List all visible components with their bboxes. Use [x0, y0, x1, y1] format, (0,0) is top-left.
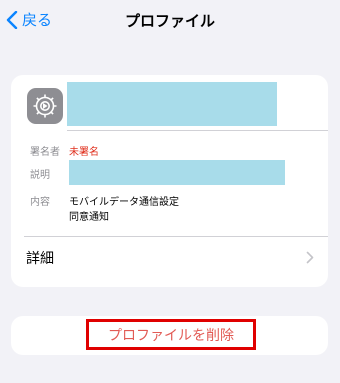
signer-label: 署名者 — [30, 147, 60, 158]
description-label: 説明 — [30, 170, 50, 181]
contents-label: 内容 — [30, 197, 50, 208]
remove-profile-card: プロファイルを削除 — [11, 316, 328, 355]
profile-card: 署名者 未署名 説明 内容 モバイルデータ通信設定 同意通知 詳細 — [11, 75, 328, 287]
chevron-right-icon — [306, 251, 314, 264]
signer-value: 未署名 — [69, 147, 99, 158]
divider — [67, 130, 328, 131]
contents-line-2: 同意通知 — [69, 212, 109, 223]
divider — [24, 236, 328, 237]
remove-profile-button[interactable]: プロファイルを削除 — [86, 319, 256, 350]
details-row[interactable]: 詳細 — [26, 248, 54, 268]
profile-name-redacted — [67, 82, 277, 126]
page-title: プロファイル — [124, 12, 215, 30]
contents-line-1: モバイルデータ通信設定 — [69, 197, 179, 208]
description-redacted — [69, 160, 285, 185]
gear-icon — [27, 88, 63, 124]
navigation-bar: 戻る プロファイル — [0, 0, 340, 40]
